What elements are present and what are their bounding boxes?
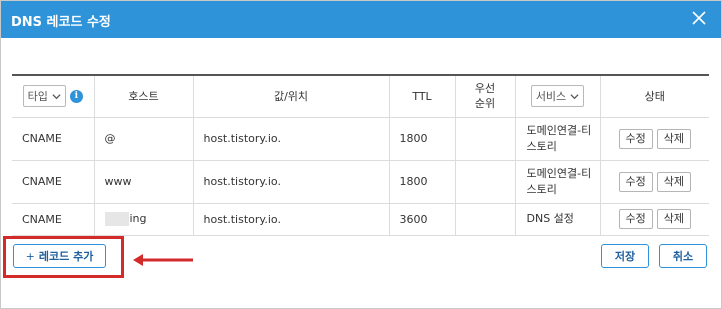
value-header: 값/위치 bbox=[193, 74, 390, 118]
ttl-cell: 1800 bbox=[389, 117, 456, 161]
dns-record-table: 타입 i 호스트 값/위치 TTL 우선 순위 서비스 상태 CNAME @ h… bbox=[12, 74, 709, 236]
host-cell: www bbox=[94, 160, 194, 204]
close-icon[interactable] bbox=[689, 8, 709, 28]
delete-button[interactable]: 삭제 bbox=[656, 171, 691, 192]
service-cell: 도메인연결-티 스토리 bbox=[515, 117, 601, 161]
host-cell: @ bbox=[94, 117, 194, 161]
ttl-cell: 3600 bbox=[389, 203, 456, 236]
add-record-label: 레코드 추가 bbox=[38, 250, 94, 263]
host-header: 호스트 bbox=[94, 74, 194, 118]
edit-button[interactable]: 수정 bbox=[618, 209, 653, 229]
table-row: CNAME @ host.tistory.io. 1800 도메인연결-티 스토… bbox=[12, 117, 709, 161]
table-row: CNAME www host.tistory.io. 1800 도메인연결-티 … bbox=[12, 160, 709, 204]
priority-cell bbox=[455, 203, 516, 236]
priority-header: 우선 순위 bbox=[455, 74, 516, 118]
add-record-button[interactable]: + 레코드 추가 bbox=[13, 244, 106, 268]
dns-record-edit-dialog: DNS 레코드 수정 타입 i 호스트 값/위치 TTL 우선 순위 서비스 상… bbox=[0, 0, 722, 309]
type-select[interactable]: 타입 bbox=[22, 85, 66, 108]
type-cell: CNAME bbox=[12, 117, 95, 161]
chevron-down-icon bbox=[570, 94, 579, 99]
table-header-row: 타입 i 호스트 값/위치 TTL 우선 순위 서비스 상태 bbox=[12, 74, 709, 118]
value-cell: host.tistory.io. bbox=[193, 203, 390, 236]
type-header: 타입 i bbox=[12, 74, 95, 118]
delete-button[interactable]: 삭제 bbox=[656, 209, 691, 229]
save-button[interactable]: 저장 bbox=[601, 244, 649, 268]
edit-button[interactable]: 수정 bbox=[618, 171, 653, 192]
service-select[interactable]: 서비스 bbox=[530, 85, 585, 108]
table-row: CNAME ing host.tistory.io. 3600 DNS 설정 수… bbox=[12, 203, 709, 236]
service-header: 서비스 bbox=[515, 74, 601, 118]
host-cell: ing bbox=[94, 203, 194, 236]
cancel-button[interactable]: 취소 bbox=[659, 244, 707, 268]
action-cell: 수정 삭제 bbox=[600, 117, 709, 161]
type-cell: CNAME bbox=[12, 160, 95, 204]
ttl-header: TTL bbox=[389, 74, 456, 118]
status-header: 상태 bbox=[600, 74, 709, 118]
delete-button[interactable]: 삭제 bbox=[656, 128, 691, 149]
priority-cell bbox=[455, 160, 516, 204]
chevron-down-icon bbox=[52, 94, 61, 99]
action-cell: 수정 삭제 bbox=[600, 203, 709, 236]
action-cell: 수정 삭제 bbox=[600, 160, 709, 204]
redacted-mask bbox=[104, 212, 129, 226]
priority-header-line1: 우선 bbox=[474, 82, 496, 96]
info-icon[interactable]: i bbox=[69, 89, 83, 103]
dialog-title: DNS 레코드 수정 bbox=[11, 15, 111, 30]
priority-header-line2: 순위 bbox=[474, 97, 496, 111]
service-cell: 도메인연결-티 스토리 bbox=[515, 160, 601, 204]
edit-button[interactable]: 수정 bbox=[618, 128, 653, 149]
pointer-arrow-icon bbox=[133, 254, 193, 266]
ttl-cell: 1800 bbox=[389, 160, 456, 204]
priority-cell bbox=[455, 117, 516, 161]
service-cell: DNS 설정 bbox=[515, 203, 601, 236]
type-cell: CNAME bbox=[12, 203, 95, 236]
plus-icon: + bbox=[25, 249, 35, 263]
value-cell: host.tistory.io. bbox=[193, 117, 390, 161]
dialog-titlebar: DNS 레코드 수정 bbox=[1, 1, 721, 38]
value-cell: host.tistory.io. bbox=[193, 160, 390, 204]
